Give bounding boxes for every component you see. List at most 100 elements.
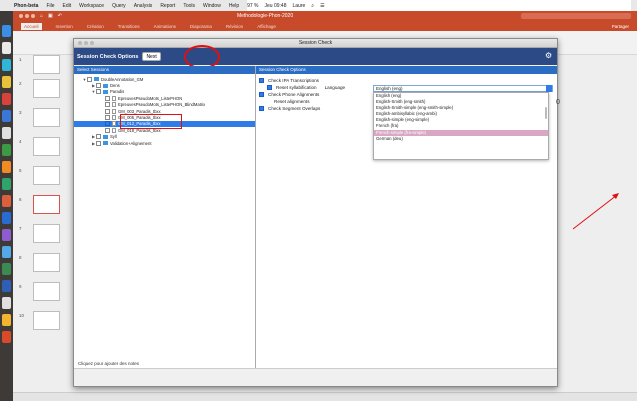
search-icon[interactable]: ⌕ [311, 3, 314, 9]
check-phone-checkbox[interactable] [259, 92, 264, 97]
file-icon [112, 108, 116, 114]
dock-app-icon[interactable] [2, 280, 11, 292]
session-checkbox[interactable] [105, 102, 110, 108]
dropdown-scrollbar[interactable] [545, 107, 547, 119]
tree-row-label: EpreuvesPseudoMots_ListePHON [118, 95, 183, 101]
session-checkbox[interactable] [105, 127, 110, 133]
annotation-highlight-box [120, 114, 182, 129]
check-phone-label: Check Phone Alignments [268, 92, 320, 97]
dock-app-icon[interactable] [2, 93, 11, 105]
dock-app-icon[interactable] [2, 42, 11, 54]
dock-app-icon[interactable] [2, 246, 11, 258]
slide-thumbnail[interactable] [33, 282, 60, 301]
dock-app-icon[interactable] [2, 59, 11, 71]
dock-app-icon[interactable] [2, 161, 11, 173]
session-checkbox[interactable] [96, 83, 101, 89]
dock-app-icon[interactable] [2, 127, 11, 139]
dock-app-icon[interactable] [2, 229, 11, 241]
tree-row-label: Paradis [110, 89, 125, 95]
next-button[interactable]: Next [142, 52, 161, 61]
select-sessions-header: Select Sessions [74, 66, 255, 74]
ribbon-tab-affichage[interactable]: Affichage [257, 24, 276, 29]
menu-report[interactable]: Report [160, 3, 175, 9]
menu-app-name[interactable]: Phon-beta [14, 3, 38, 9]
ribbon-tab-insertion[interactable]: Insertion [56, 24, 73, 29]
dock-app-icon[interactable] [2, 144, 11, 156]
ribbon-tab-transitions[interactable]: Transitions [118, 24, 140, 29]
ribbon-tab-diaporama[interactable]: Diaporama [190, 24, 212, 29]
dock-app-icon[interactable] [2, 297, 11, 309]
menu-clock[interactable]: Jeu 09:48 [265, 3, 287, 9]
ribbon-tab-accueil[interactable]: Accueil [21, 22, 42, 30]
menu-help[interactable]: Help [229, 3, 239, 9]
battery-indicator[interactable]: 97 % [247, 3, 258, 9]
ribbon-tab-revision[interactable]: Révision [226, 24, 243, 29]
reset-syllabification-label: Reset syllabification [276, 85, 317, 90]
session-checkbox[interactable] [87, 76, 92, 82]
session-checkbox[interactable] [96, 140, 101, 146]
dock-app-icon[interactable] [2, 110, 11, 122]
dock-app-icon[interactable] [2, 178, 11, 190]
session-checkbox[interactable] [96, 134, 101, 140]
language-option[interactable]: German (deu) [374, 136, 548, 142]
check-ipa-checkbox[interactable] [259, 78, 264, 83]
language-select[interactable]: English (eng) [373, 85, 553, 92]
dock-app-icon[interactable] [2, 331, 11, 343]
home-icon[interactable]: ⌂ [40, 13, 43, 19]
menu-list-icon[interactable]: ☰ [320, 3, 324, 9]
tree-row-label: DoubleAnnotation_GM [101, 76, 144, 82]
undo-icon[interactable]: ↶ [58, 13, 62, 19]
dock-app-icon[interactable] [2, 263, 11, 275]
slide-number: 7 [19, 226, 22, 231]
session-checkbox[interactable] [105, 95, 110, 101]
window-controls[interactable] [19, 14, 35, 18]
menu-file[interactable]: File [46, 3, 54, 9]
slide-number: 8 [19, 255, 22, 260]
ppt-search-field[interactable] [521, 13, 631, 19]
folder-icon [103, 83, 108, 88]
gear-icon[interactable]: ⚙ [545, 52, 553, 60]
notes-hint: Cliquez pour ajouter des notes [78, 361, 140, 366]
slide-thumbnail[interactable] [33, 108, 60, 127]
menu-analysis[interactable]: Analysis [134, 3, 153, 9]
dock-app-icon[interactable] [2, 314, 11, 326]
slide-thumbnail[interactable] [33, 195, 60, 214]
ppt-titlebar: ⌂ ▣ ↶ Methodologie-Phon-2020 [13, 11, 637, 21]
tree-row[interactable]: ▶ Validation+Alignement [74, 140, 255, 146]
slide-thumbnail[interactable] [33, 224, 60, 243]
option-check-ipa[interactable]: Check IPA Transcriptions [259, 77, 554, 84]
session-checkbox[interactable] [105, 121, 110, 127]
slide-thumbnail[interactable] [33, 311, 60, 330]
slide-thumbnail[interactable] [33, 137, 60, 156]
tree-row-label: EpreuvesPseudoMots_ListePHON_BlindMatrix [118, 102, 206, 108]
check-ipa-label: Check IPA Transcriptions [268, 78, 319, 83]
slide-thumbnail[interactable] [33, 166, 60, 185]
file-icon [112, 102, 116, 108]
dock-app-icon[interactable] [2, 212, 11, 224]
check-segment-checkbox[interactable] [259, 106, 264, 111]
dialog-window-controls[interactable] [78, 41, 94, 45]
dialog-titlebar: Session Check [74, 39, 557, 48]
slide-thumbnail[interactable] [33, 79, 60, 98]
menu-query[interactable]: Query [112, 3, 126, 9]
dock-app-icon[interactable] [2, 25, 11, 37]
menu-window[interactable]: Window [203, 3, 221, 9]
share-button[interactable]: Partager [612, 24, 629, 29]
chevron-down-icon[interactable] [546, 85, 552, 92]
slide-thumbnail[interactable] [33, 55, 60, 74]
menu-edit[interactable]: Edit [63, 3, 72, 9]
session-checkbox[interactable] [96, 89, 101, 95]
reset-syllabification-checkbox[interactable] [267, 85, 272, 90]
ribbon-tab-animations[interactable]: Animations [154, 24, 176, 29]
menu-user[interactable]: Laure [292, 3, 305, 9]
ppt-status-bar [13, 392, 637, 401]
dock-app-icon[interactable] [2, 76, 11, 88]
menu-workspace[interactable]: Workspace [79, 3, 104, 9]
session-checkbox[interactable] [105, 108, 110, 114]
ribbon-tab-creation[interactable]: Création [87, 24, 104, 29]
session-checkbox[interactable] [105, 115, 110, 121]
save-icon[interactable]: ▣ [48, 13, 53, 19]
menu-tools[interactable]: Tools [183, 3, 195, 9]
slide-thumbnail[interactable] [33, 253, 60, 272]
dock-app-icon[interactable] [2, 195, 11, 207]
